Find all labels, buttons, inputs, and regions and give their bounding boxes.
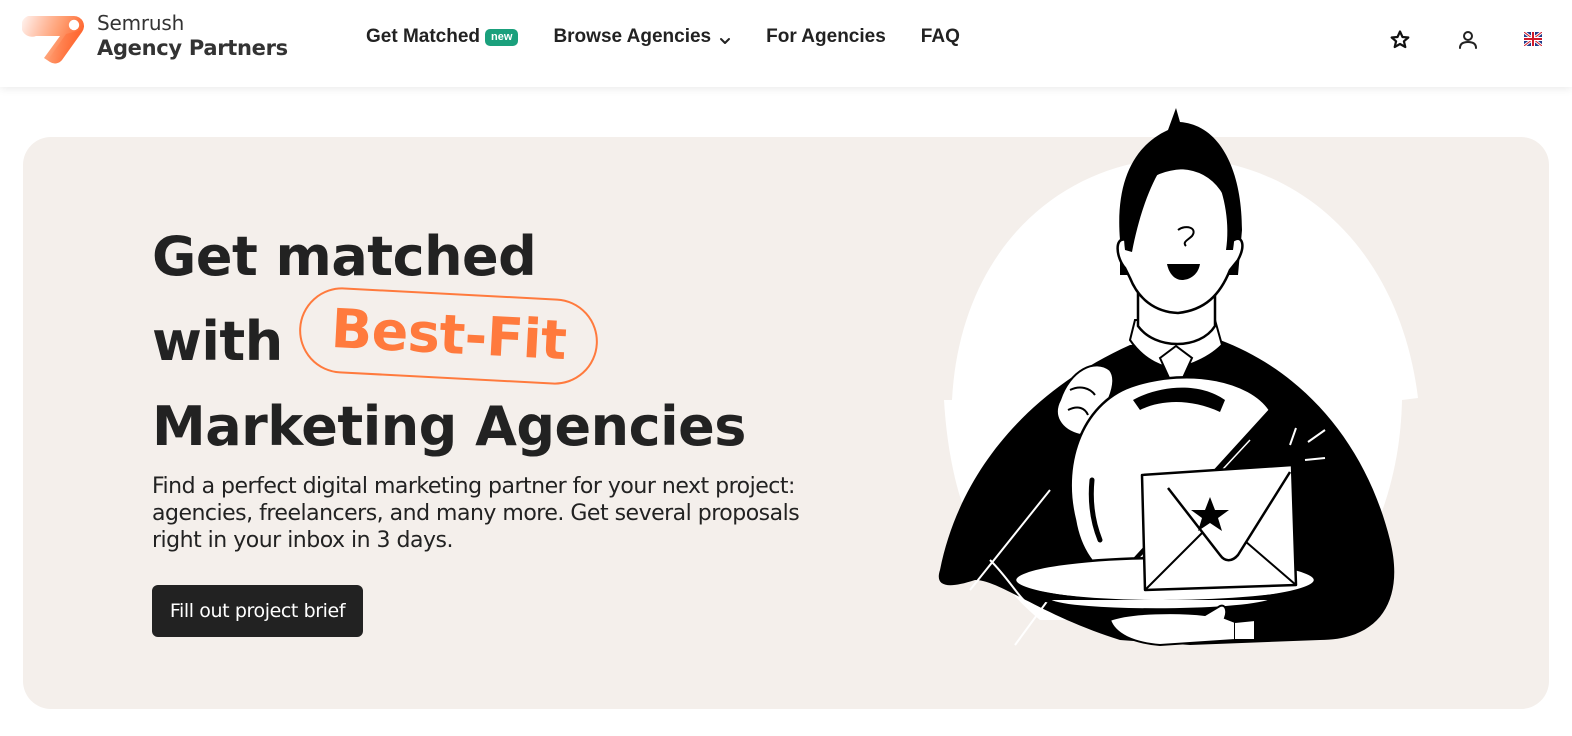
nav-get-matched-label: Get Matched [366, 26, 481, 47]
uk-flag-icon[interactable] [1524, 32, 1542, 46]
star-icon[interactable] [1388, 28, 1412, 52]
envelope-icon [1140, 463, 1298, 592]
best-fit-highlight: Best-Fit [296, 285, 601, 387]
nav-for-agencies-label: For Agencies [766, 26, 886, 47]
nav-browse-agencies[interactable]: Browse Agencies [553, 26, 731, 48]
logo-brand-name: Semrush [97, 11, 185, 35]
headline-line-2: with Best-Fit [152, 285, 746, 387]
nav-for-agencies[interactable]: For Agencies [766, 26, 886, 48]
logo-product-name: Agency Partners [97, 36, 288, 60]
logo-text: Semrush Agency Partners [97, 12, 288, 62]
nav-browse-agencies-label: Browse Agencies [553, 26, 712, 47]
logo-icon [22, 12, 88, 66]
nav-faq-label: FAQ [920, 26, 960, 47]
nav-get-matched[interactable]: Get Matched new [366, 26, 519, 48]
nav-faq[interactable]: FAQ [921, 26, 960, 48]
new-badge: new [485, 28, 519, 46]
waiter-serving-envelope-illustration [920, 100, 1440, 660]
headline-line-3: Marketing Agencies [152, 395, 746, 458]
chevron-down-icon [719, 31, 731, 44]
main-nav: Get Matched new Browse Agencies For Agen… [366, 26, 960, 48]
user-icon[interactable] [1456, 28, 1480, 52]
header-actions [1372, 28, 1572, 54]
headline-with: with [152, 310, 283, 373]
hero-description: Find a perfect digital marketing partner… [152, 474, 800, 553]
semrush-agency-partners-logo[interactable]: Semrush Agency Partners [22, 12, 288, 66]
hero-headline: Get matched with Best-Fit Marketing Agenc… [152, 214, 746, 469]
headline-line-1: Get matched [152, 225, 537, 288]
fill-out-project-brief-button[interactable]: Fill out project brief [152, 585, 363, 637]
site-header: Semrush Agency Partners Get Matched new … [0, 0, 1572, 87]
